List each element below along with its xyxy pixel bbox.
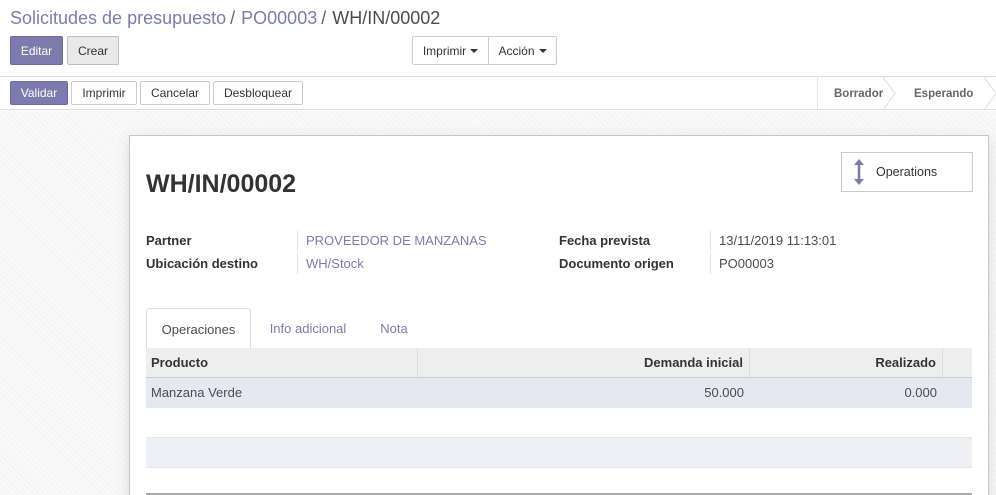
operations-smart-button-label: Operations (876, 165, 938, 179)
stage-draft[interactable]: Borrador (818, 77, 896, 110)
breadcrumb-separator: / (230, 8, 236, 28)
breadcrumb: Solicitudes de presupuesto / PO00003/WH/IN… (10, 8, 440, 29)
stage-waiting[interactable]: Esperando (890, 77, 996, 110)
operations-smart-button[interactable]: Operations (841, 152, 973, 192)
tab-operaciones[interactable]: Operaciones (146, 308, 251, 350)
notebook-tabs: Operaciones Info adicional Nota (146, 308, 972, 350)
form-statusbar: Validar Imprimir Cancelar Desbloquear Bo… (0, 77, 996, 110)
destination-field[interactable]: WH/Stock (297, 254, 364, 274)
form-sheet: Operations WH/IN/00002 Partner PROVEEDOR… (129, 135, 989, 495)
control-panel: Solicitudes de presupuesto / PO00003/WH/IN… (0, 0, 996, 77)
page-title: WH/IN/00002 (146, 170, 297, 198)
table-row-empty (146, 408, 972, 438)
caret-down-icon (470, 48, 479, 53)
breadcrumb-separator: / (321, 8, 327, 28)
cell-product: Manzana Verde (151, 385, 243, 400)
scheduled-date-field: 13/11/2019 11:13:01 (710, 231, 836, 251)
cell-initial-demand: 50.000 (704, 385, 744, 400)
partner-label: Partner (146, 233, 192, 248)
tab-nota[interactable]: Nota (364, 308, 424, 349)
stage-waiting-label: Esperando (914, 87, 974, 100)
partner-field[interactable]: PROVEEDOR DE MANZANAS (297, 231, 487, 251)
edit-button[interactable]: Editar (10, 36, 63, 65)
breadcrumb-current: WH/IN/00002 (332, 8, 441, 28)
table-header: Producto Demanda inicial Realizado (146, 348, 972, 378)
status-stages: Borrador Esperando (817, 77, 996, 110)
caret-down-icon (538, 48, 547, 53)
table-row-empty (146, 438, 972, 468)
cancel-button[interactable]: Cancelar (140, 81, 210, 105)
origin-document-field: PO00003 (710, 254, 774, 274)
table-row[interactable]: Manzana Verde 50.000 0.000 (146, 378, 972, 408)
arrows-v-icon (842, 159, 876, 185)
action-dropdown[interactable]: Acción (488, 36, 557, 65)
stage-chevron-icon (984, 77, 996, 110)
breadcrumb-link-po[interactable]: PO00003 (241, 8, 317, 28)
create-button[interactable]: Crear (67, 36, 119, 65)
column-header-done[interactable]: Realizado (750, 348, 943, 378)
destination-label: Ubicación destino (146, 256, 258, 271)
operations-table: Producto Demanda inicial Realizado Manza… (146, 348, 972, 468)
validate-button[interactable]: Validar (10, 81, 68, 105)
unlock-button[interactable]: Desbloquear (213, 81, 303, 105)
print-dropdown[interactable]: Imprimir (412, 36, 489, 65)
tab-info-adicional[interactable]: Info adicional (258, 308, 358, 349)
print-dropdown-label: Imprimir (422, 43, 467, 58)
column-header-product[interactable]: Producto (146, 348, 418, 378)
scheduled-date-label: Fecha prevista (559, 233, 651, 248)
column-header-spacer (943, 348, 972, 378)
breadcrumb-link-rfq[interactable]: Solicitudes de presupuesto (10, 8, 226, 28)
action-dropdown-label: Acción (498, 43, 535, 58)
cell-done: 0.000 (904, 385, 937, 400)
column-header-initial-demand[interactable]: Demanda inicial (418, 348, 750, 378)
stage-draft-label: Borrador (834, 87, 884, 100)
origin-document-label: Documento origen (559, 256, 674, 271)
print-button[interactable]: Imprimir (71, 81, 137, 105)
